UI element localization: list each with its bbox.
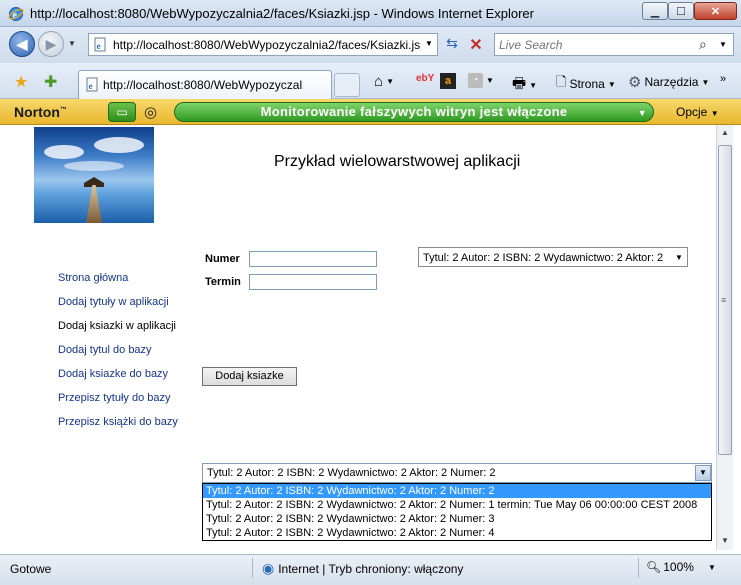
recent-pages-dropdown[interactable]: ▼ <box>68 39 76 48</box>
nav-link-copy-titles-db[interactable]: Przepisz tytuły do bazy <box>58 392 171 404</box>
norton-logo: Norton™ <box>14 104 67 120</box>
nav-link-add-books-app[interactable]: Dodaj ksiazki w aplikacji <box>58 320 176 332</box>
status-divider <box>252 558 253 578</box>
home-button[interactable]: ⌂ ▼ <box>374 73 394 90</box>
security-zone[interactable]: ◉ Internet | Tryb chroniony: włączony <box>262 560 463 577</box>
ebay-button[interactable]: ebY <box>416 73 434 84</box>
termin-input[interactable] <box>249 274 377 290</box>
page-menu[interactable]: 🗋 Strona ▼ <box>556 73 616 95</box>
forward-button[interactable]: ▶ <box>38 31 64 57</box>
monitor-icon[interactable]: ▭ <box>108 102 136 122</box>
feeds-icon: ◔ <box>468 73 483 88</box>
book-select-dropdown-button[interactable]: ▼ <box>695 465 711 481</box>
stop-icon: ✕ <box>469 37 483 54</box>
title-select-value: Tytul: 2 Autor: 2 ISBN: 2 Wydawnictwo: 2… <box>423 252 664 264</box>
chevron-down-icon: ▼ <box>707 562 716 572</box>
nav-link-add-title-db[interactable]: Dodaj tytul do bazy <box>58 344 152 356</box>
nav-link-home[interactable]: Strona główna <box>58 272 128 284</box>
refresh-icon: ⇆ <box>446 35 458 51</box>
print-button[interactable]: 🖶 ▼ <box>512 73 537 98</box>
globe-icon[interactable]: ◎ <box>144 103 157 121</box>
page-title: Przykład wielowarstwowej aplikacji <box>274 153 521 170</box>
globe-icon: ◉ <box>262 560 275 576</box>
address-dropdown-icon[interactable]: ▼ <box>425 39 433 48</box>
refresh-button[interactable]: ⇆ <box>442 35 462 55</box>
search-input[interactable] <box>499 37 689 52</box>
status-text: Gotowe <box>10 562 52 576</box>
scroll-up-icon[interactable]: ▲ <box>717 125 733 141</box>
numer-input[interactable] <box>249 251 377 267</box>
header-image <box>34 127 154 223</box>
back-arrow-icon: ◀ <box>16 35 28 52</box>
page-icon: e <box>85 77 100 92</box>
chevron-down-icon: ▼ <box>675 253 683 262</box>
scroll-down-icon[interactable]: ▼ <box>717 533 733 549</box>
chevron-down-icon: ▼ <box>699 468 707 477</box>
dropdown-option[interactable]: Tytul: 2 Autor: 2 ISBN: 2 Wydawnictwo: 2… <box>203 526 711 540</box>
scroll-grip-icon: ≡ <box>721 295 727 305</box>
page-icon: e <box>93 37 108 52</box>
browser-tab[interactable]: e http://localhost:8080/WebWypozyczalni.… <box>78 70 332 99</box>
status-divider <box>638 558 639 578</box>
nav-link-copy-books-db[interactable]: Przepisz książki do bazy <box>58 416 178 428</box>
tools-gear-icon: ⚙ <box>628 74 642 91</box>
norton-options-menu[interactable]: Opcje ▼ <box>676 105 719 119</box>
window-title: http://localhost:8080/WebWypozyczalnia2/… <box>30 6 534 21</box>
minimize-button[interactable]: ▁ <box>642 2 668 20</box>
search-options-dropdown[interactable]: ▼ <box>719 40 727 49</box>
nav-link-add-book-db[interactable]: Dodaj ksiazke do bazy <box>58 368 168 380</box>
maximize-button[interactable]: ☐ <box>668 2 694 20</box>
close-icon: ✕ <box>710 5 721 18</box>
add-favorites-icon[interactable]: ✚ <box>44 72 57 92</box>
tools-menu[interactable]: ⚙ Narzędzia ▼ <box>628 73 709 91</box>
stop-button[interactable]: ✕ <box>466 35 486 55</box>
chevron-down-icon: ▼ <box>637 108 647 118</box>
tab-toolbar: ★ ✚ e http://localhost:8080/WebWypozycza… <box>0 63 741 99</box>
phishing-monitor-banner[interactable]: Monitorowanie fałszywych witryn jest włą… <box>174 102 654 122</box>
search-box[interactable]: ⌕ ▼ <box>494 33 734 56</box>
norton-toolbar: Norton™ ▭ ◎ Monitorowanie fałszywych wit… <box>0 99 741 125</box>
numer-label: Numer <box>205 253 240 265</box>
zoom-icon: 🔍︎ <box>646 560 662 574</box>
minimize-icon: ▁ <box>650 5 660 18</box>
feeds-button[interactable]: ◔ ▼ <box>468 73 494 88</box>
favorites-star-icon[interactable]: ★ <box>14 72 28 92</box>
dropdown-option[interactable]: Tytul: 2 Autor: 2 ISBN: 2 Wydawnictwo: 2… <box>203 484 711 498</box>
termin-label: Termin <box>205 276 241 288</box>
page-menu-icon: 🗋 <box>556 74 567 89</box>
search-icon[interactable]: ⌕ <box>699 36 707 53</box>
add-book-button[interactable]: Dodaj ksiazke <box>202 367 297 386</box>
address-url[interactable]: http://localhost:8080/WebWypozyczalnia2/… <box>113 38 421 52</box>
dropdown-option[interactable]: Tytul: 2 Autor: 2 ISBN: 2 Wydawnictwo: 2… <box>203 512 711 526</box>
svg-text:e: e <box>97 41 101 51</box>
book-select-value: Tytul: 2 Autor: 2 ISBN: 2 Wydawnictwo: 2… <box>207 467 496 479</box>
nav-link-add-titles-app[interactable]: Dodaj tytuły w aplikacji <box>58 296 169 308</box>
new-tab-button[interactable] <box>334 73 360 97</box>
book-select[interactable]: Tytul: 2 Autor: 2 ISBN: 2 Wydawnictwo: 2… <box>202 463 712 483</box>
ie-icon: e <box>8 6 24 22</box>
page-content: Przykład wielowarstwowej aplikacji Stron… <box>8 125 716 550</box>
title-bar: e http://localhost:8080/WebWypozyczalnia… <box>0 0 741 27</box>
amazon-button[interactable]: a <box>440 73 456 89</box>
maximize-icon: ☐ <box>676 5 686 18</box>
status-bar: Gotowe ◉ Internet | Tryb chroniony: włącz… <box>0 554 741 585</box>
book-dropdown-list: Tytul: 2 Autor: 2 ISBN: 2 Wydawnictwo: 2… <box>202 483 712 541</box>
address-bar[interactable]: e http://localhost:8080/WebWypozyczalnia… <box>88 33 438 56</box>
close-button[interactable]: ✕ <box>694 2 737 20</box>
back-button[interactable]: ◀ <box>9 31 35 57</box>
print-icon: 🖶 <box>512 75 527 92</box>
more-commands-chevron[interactable]: » <box>720 73 726 85</box>
forward-arrow-icon: ▶ <box>45 35 57 52</box>
tab-label: http://localhost:8080/WebWypozyczalni... <box>103 78 303 92</box>
address-toolbar: ◀ ▶ ▼ e http://localhost:8080/WebWypozyc… <box>0 27 741 63</box>
dropdown-option[interactable]: Tytul: 2 Autor: 2 ISBN: 2 Wydawnictwo: 2… <box>203 498 711 512</box>
svg-text:e: e <box>89 81 93 91</box>
zoom-control[interactable]: 🔍︎ 100% ▼ <box>646 560 716 574</box>
amazon-icon: a <box>440 73 456 89</box>
vertical-scrollbar[interactable]: ▲ ≡ ▼ <box>716 125 733 550</box>
title-select[interactable]: Tytul: 2 Autor: 2 ISBN: 2 Wydawnictwo: 2… <box>418 247 688 267</box>
home-icon: ⌂ <box>374 73 384 90</box>
